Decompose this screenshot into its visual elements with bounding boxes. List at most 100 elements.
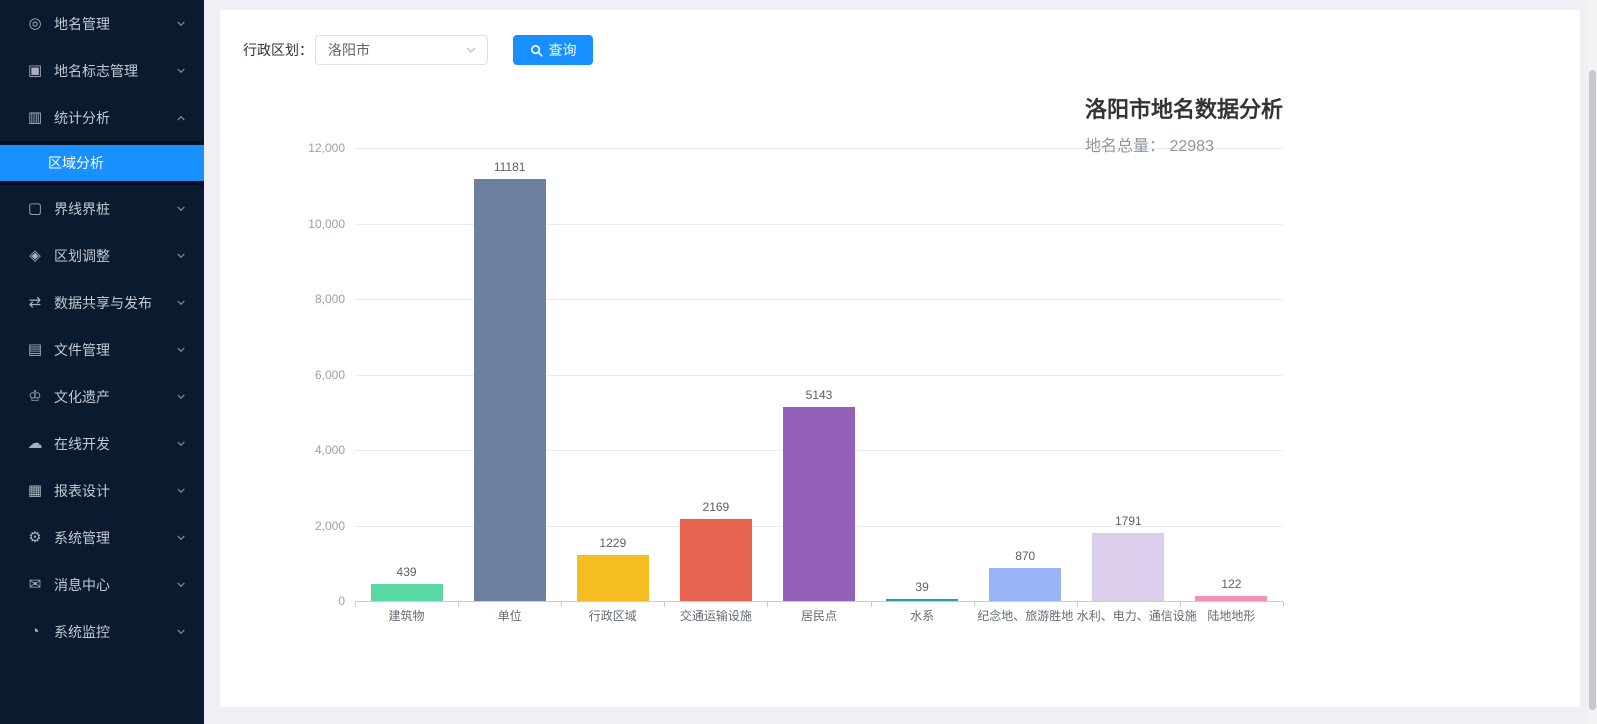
scrollbar-track[interactable] xyxy=(1588,0,1597,724)
y-axis-tick-label: 4,000 xyxy=(220,443,345,457)
x-axis-category-label: 水系 xyxy=(871,609,974,623)
bar-陆地地形[interactable] xyxy=(1195,596,1267,601)
chart-header: 洛阳市地名数据分析 地名总量： 22983 xyxy=(1085,92,1283,156)
sidebar-item-label: 统计分析 xyxy=(54,108,176,128)
chevron-down-icon xyxy=(465,44,477,56)
bar-水利、电力、通信设施[interactable] xyxy=(1092,533,1164,601)
cloud-icon: ☁ xyxy=(26,436,44,451)
bar-value-label: 11181 xyxy=(458,159,561,175)
sidebar-item-label: 在线开发 xyxy=(54,434,176,454)
sidebar-item-cloud[interactable]: ☁ 在线开发 xyxy=(0,420,204,467)
chevron-down-icon xyxy=(176,439,186,449)
y-axis-tick-label: 8,000 xyxy=(220,292,345,306)
sidebar-item-label: 数据共享与发布 xyxy=(54,293,176,313)
y-axis-tick-label: 2,000 xyxy=(220,519,345,533)
sidebar-item-label: 区划调整 xyxy=(54,246,176,266)
sidebar-item-location-pin[interactable]: ◎地名管理 xyxy=(0,0,204,47)
bar-value-label: 5143 xyxy=(767,387,870,403)
chevron-down-icon xyxy=(176,580,186,590)
sidebar-item-gear[interactable]: ⚙系统管理 xyxy=(0,514,204,561)
monitor-gauge-icon: ◔ xyxy=(26,624,44,639)
badge-icon: ◈ xyxy=(26,248,44,263)
x-axis-tick xyxy=(355,602,356,607)
chart-total-value: 22983 xyxy=(1169,138,1214,155)
x-axis-tick xyxy=(1180,602,1181,607)
sidebar-item-label: 消息中心 xyxy=(54,575,176,595)
files-icon: ▤ xyxy=(26,342,44,357)
x-axis-category-label: 陆地地形 xyxy=(1180,609,1283,623)
x-axis-category-label: 水利、电力、通信设施 xyxy=(1077,609,1180,623)
region-select-value: 洛阳市 xyxy=(328,40,465,60)
y-axis-tick-label: 12,000 xyxy=(220,141,345,155)
x-axis-tick xyxy=(1283,602,1284,607)
bar-交通运输设施[interactable] xyxy=(680,519,752,601)
x-axis-line xyxy=(355,601,1283,602)
sidebar: ◎地名管理▣地名标志管理 ▥ 统计分析区域分析 ▢界线界桩 ◈ 区划调整 ⇄ 数据共享与发布 ▤… xyxy=(0,0,204,724)
sidebar-item-label: 文件管理 xyxy=(54,340,176,360)
chevron-down-icon xyxy=(176,486,186,496)
bar-水系[interactable] xyxy=(886,599,958,601)
bar-chart-plot: 439建筑物11181单位1229行政区域2169交通运输设施5143居民点39… xyxy=(355,148,1283,601)
chevron-down-icon xyxy=(176,533,186,543)
bar-value-label: 2169 xyxy=(664,499,767,515)
chart-title: 洛阳市地名数据分析 xyxy=(1085,92,1283,124)
search-button-label: 查询 xyxy=(549,40,577,60)
chart-subtitle: 地名总量： 22983 xyxy=(1085,132,1283,156)
chevron-down-icon xyxy=(176,345,186,355)
location-pin-icon: ◎ xyxy=(26,16,44,31)
sidebar-subitem[interactable]: 区域分析 xyxy=(0,145,204,181)
chevron-down-icon xyxy=(176,251,186,261)
sidebar-item-save[interactable]: ▣地名标志管理 xyxy=(0,47,204,94)
search-button[interactable]: 查询 xyxy=(513,35,593,65)
save-icon: ▣ xyxy=(26,63,44,78)
boundary-frame-icon: ▢ xyxy=(26,201,44,216)
x-axis-category-label: 交通运输设施 xyxy=(664,609,767,623)
x-axis-category-label: 居民点 xyxy=(767,609,870,623)
sidebar-item-share-sync[interactable]: ⇄ 数据共享与发布 xyxy=(0,279,204,326)
sidebar-item-badge[interactable]: ◈ 区划调整 xyxy=(0,232,204,279)
bar-chart-icon: ▥ xyxy=(26,110,44,125)
bar-行政区域[interactable] xyxy=(577,555,649,601)
sidebar-item-message[interactable]: ✉ 消息中心 xyxy=(0,561,204,608)
bar-value-label: 870 xyxy=(974,548,1077,564)
sidebar-item-bar-chart[interactable]: ▥ 统计分析 xyxy=(0,94,204,141)
sidebar-submenu: 区域分析 xyxy=(0,141,204,185)
bar-居民点[interactable] xyxy=(783,407,855,601)
x-axis-category-label: 纪念地、旅游胜地 xyxy=(974,609,1077,623)
chevron-down-icon xyxy=(176,19,186,29)
x-axis-tick xyxy=(871,602,872,607)
gear-icon: ⚙ xyxy=(26,530,44,545)
sidebar-item-report-chart[interactable]: ▦报表设计 xyxy=(0,467,204,514)
crown-icon: ♔ xyxy=(26,389,44,404)
bar-纪念地、旅游胜地[interactable] xyxy=(989,568,1061,601)
y-axis-tick-label: 0 xyxy=(220,594,345,608)
x-axis-tick xyxy=(974,602,975,607)
bar-value-label: 439 xyxy=(355,564,458,580)
sidebar-item-monitor-gauge[interactable]: ◔系统监控 xyxy=(0,608,204,655)
chevron-down-icon xyxy=(176,298,186,308)
bar-value-label: 1791 xyxy=(1077,513,1180,529)
share-sync-icon: ⇄ xyxy=(26,295,44,310)
bar-单位[interactable] xyxy=(474,179,546,601)
scrollbar-thumb[interactable] xyxy=(1589,70,1596,710)
bar-value-label: 122 xyxy=(1180,576,1283,592)
x-axis-tick xyxy=(561,602,562,607)
sidebar-item-boundary-frame[interactable]: ▢界线界桩 xyxy=(0,185,204,232)
bar-建筑物[interactable] xyxy=(371,584,443,601)
sidebar-item-crown[interactable]: ♔文化遗产 xyxy=(0,373,204,420)
chevron-down-icon xyxy=(176,627,186,637)
bar-value-label: 39 xyxy=(871,579,974,595)
region-filter-label: 行政区划： xyxy=(243,35,313,65)
chevron-down-icon xyxy=(176,392,186,402)
region-select[interactable]: 洛阳市 xyxy=(315,35,488,65)
message-icon: ✉ xyxy=(26,577,44,592)
report-chart-icon: ▦ xyxy=(26,483,44,498)
x-axis-tick xyxy=(1077,602,1078,607)
chart-subtitle-label: 地名总量： xyxy=(1085,138,1165,155)
search-icon xyxy=(530,44,543,57)
x-axis-tick xyxy=(767,602,768,607)
y-axis-tick-label: 10,000 xyxy=(220,217,345,231)
y-axis-tick-label: 6,000 xyxy=(220,368,345,382)
content-card: 行政区划： 洛阳市 查询 洛阳市地名数据分析 地名总量： 22983 0 2,00… xyxy=(220,10,1580,707)
sidebar-item-files[interactable]: ▤ 文件管理 xyxy=(0,326,204,373)
